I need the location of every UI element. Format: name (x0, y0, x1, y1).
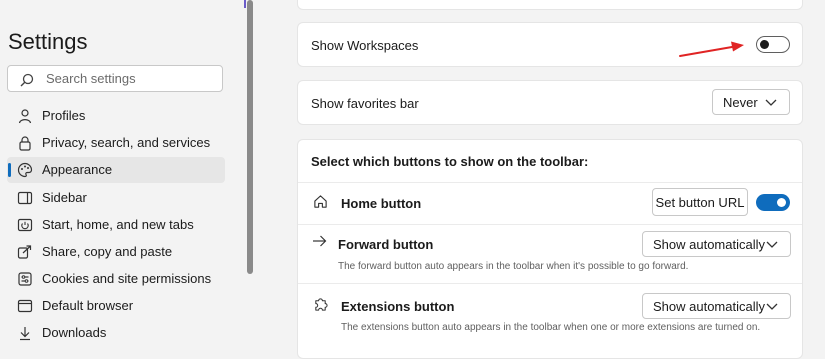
search-settings-box[interactable] (7, 65, 223, 92)
search-input[interactable] (46, 69, 216, 88)
sidebar-icon (17, 191, 33, 205)
settings-sidebar: Settings Profiles Privacy, search, and s… (0, 0, 244, 345)
active-indicator (8, 163, 11, 177)
divider (298, 283, 802, 284)
divider (298, 224, 802, 225)
home-button-toggle[interactable] (756, 194, 790, 211)
forward-button-label: Forward button (338, 237, 434, 252)
toolbar-section-heading: Select which buttons to show on the tool… (311, 154, 589, 169)
sidebar-item-label: Share, copy and paste (42, 244, 173, 259)
forward-button-dropdown[interactable]: Show automatically (642, 231, 791, 257)
cookies-icon (18, 272, 32, 286)
extensions-puzzle-icon (315, 298, 328, 311)
previous-setting-card (297, 0, 803, 10)
sidebar-item-profiles[interactable]: Profiles (7, 103, 225, 129)
workspaces-toggle[interactable] (756, 36, 790, 53)
sidebar-item-start-home[interactable]: Start, home, and new tabs (7, 212, 225, 238)
scrollbar-thumb[interactable] (247, 0, 253, 274)
sidebar-item-label: Start, home, and new tabs (42, 217, 194, 232)
toolbar-buttons-card: Select which buttons to show on the tool… (297, 139, 803, 359)
sidebar-item-label: Profiles (42, 108, 86, 123)
home-icon (314, 195, 327, 208)
forward-arrow-icon (313, 235, 327, 247)
chevron-down-icon (765, 99, 777, 106)
dropdown-value: Never (723, 95, 758, 110)
extensions-button-label: Extensions button (341, 299, 455, 314)
sidebar-item-privacy[interactable]: Privacy, search, and services (7, 130, 225, 156)
sidebar-item-cookies[interactable]: Cookies and site permissions (7, 266, 225, 292)
favorites-bar-label: Show favorites bar (311, 96, 419, 111)
chevron-down-icon (766, 303, 778, 310)
lock-icon (19, 136, 31, 151)
sidebar-item-label: Default browser (42, 298, 134, 313)
forward-button-description: The forward button auto appears in the t… (338, 261, 689, 272)
dropdown-value: Show automatically (653, 237, 765, 252)
download-icon (20, 327, 30, 341)
sidebar-item-share[interactable]: Share, copy and paste (7, 239, 225, 265)
workspaces-label: Show Workspaces (311, 38, 419, 53)
dropdown-value: Show automatically (653, 299, 765, 314)
chevron-down-icon (766, 241, 778, 248)
sidebar-item-sidebar[interactable]: Sidebar (7, 185, 225, 211)
sidebar-item-appearance[interactable]: Appearance (7, 157, 225, 183)
sidebar-item-downloads[interactable]: Downloads (7, 320, 225, 346)
power-icon (17, 218, 33, 232)
page-title: Settings (8, 29, 88, 54)
favorites-bar-card: Show favorites bar Never (297, 80, 803, 125)
divider (298, 182, 802, 183)
sidebar-item-label: Cookies and site permissions (42, 271, 212, 286)
annotation-arrow (679, 41, 744, 57)
sidebar-item-label: Privacy, search, and services (42, 135, 211, 150)
sidebar-item-label: Downloads (42, 325, 107, 340)
extensions-button-description: The extensions button auto appears in th… (341, 322, 761, 333)
share-icon (17, 245, 32, 259)
favorites-bar-dropdown[interactable]: Never (712, 89, 790, 115)
sidebar-item-label: Sidebar (42, 190, 87, 205)
sidebar-item-label: Appearance (42, 162, 113, 177)
button-label: Set button URL (655, 195, 745, 210)
sidebar-item-default-browser[interactable]: Default browser (7, 293, 225, 319)
appearance-icon (17, 162, 33, 178)
extensions-button-dropdown[interactable]: Show automatically (642, 293, 791, 319)
home-button-label: Home button (341, 196, 422, 211)
sidebar-scrollbar[interactable] (246, 0, 255, 345)
profiles-icon (18, 109, 32, 124)
browser-icon (17, 299, 33, 313)
set-button-url-button[interactable]: Set button URL (652, 188, 748, 216)
search-icon (20, 73, 34, 87)
toggle-knob (760, 40, 769, 49)
toggle-knob (777, 198, 786, 207)
